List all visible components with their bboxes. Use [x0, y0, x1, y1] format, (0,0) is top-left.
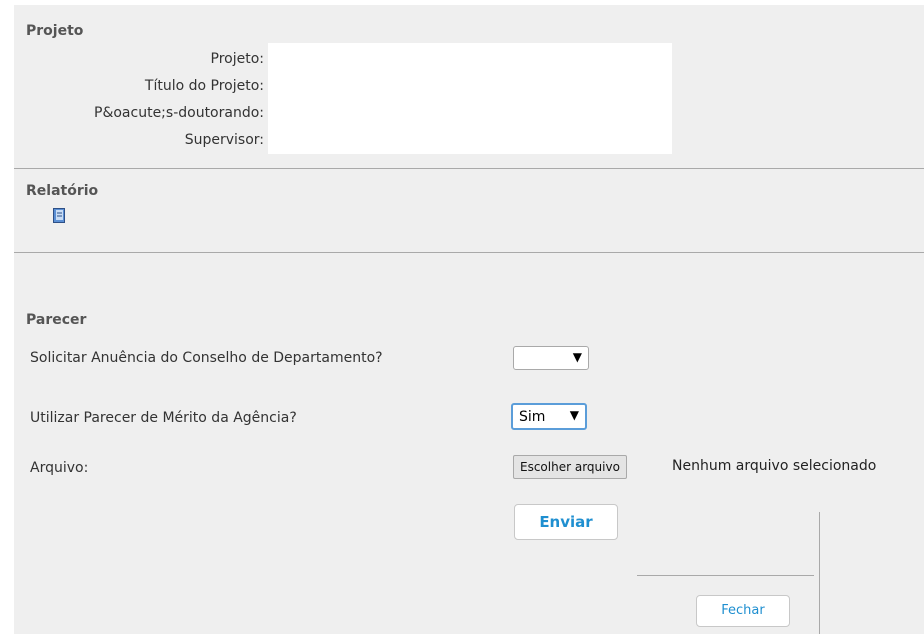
- file-status-text: Nenhum arquivo selecionado: [672, 458, 877, 474]
- divider: [637, 575, 814, 576]
- dropdown-arrow-icon: ▼: [572, 350, 582, 364]
- section-title-parecer: Parecer: [26, 312, 87, 328]
- label-arquivo: Arquivo:: [30, 460, 89, 476]
- parecer-merito-select[interactable]: Sim ▼: [511, 403, 587, 430]
- label-projeto: Projeto:: [210, 51, 264, 67]
- label-supervisor: Supervisor:: [184, 132, 264, 148]
- label-titulo-projeto: Título do Projeto:: [144, 78, 264, 94]
- divider: [14, 252, 924, 253]
- section-title-relatorio: Relatório: [26, 183, 99, 199]
- label-pos-doutorando: P&oacute;s-doutorando:: [94, 105, 264, 121]
- document-icon[interactable]: [53, 208, 65, 223]
- fechar-button[interactable]: Fechar: [696, 595, 790, 627]
- dropdown-arrow-icon: ▼: [569, 408, 579, 422]
- divider: [14, 168, 924, 169]
- label-parecer-merito: Utilizar Parecer de Mérito da Agência?: [30, 410, 297, 426]
- label-solicitar-anuencia: Solicitar Anuência do Conselho de Depart…: [30, 350, 383, 366]
- vertical-divider: [819, 512, 820, 634]
- section-title-projeto: Projeto: [26, 23, 84, 39]
- choose-file-button[interactable]: Escolher arquivo: [513, 455, 627, 479]
- form-panel: Projeto Projeto: Título do Projeto: P&oa…: [14, 5, 924, 634]
- project-info-box: [268, 43, 672, 154]
- parecer-merito-select-value: Sim: [519, 408, 546, 425]
- anuencia-select[interactable]: ▼: [513, 346, 589, 370]
- enviar-button[interactable]: Enviar: [514, 504, 618, 540]
